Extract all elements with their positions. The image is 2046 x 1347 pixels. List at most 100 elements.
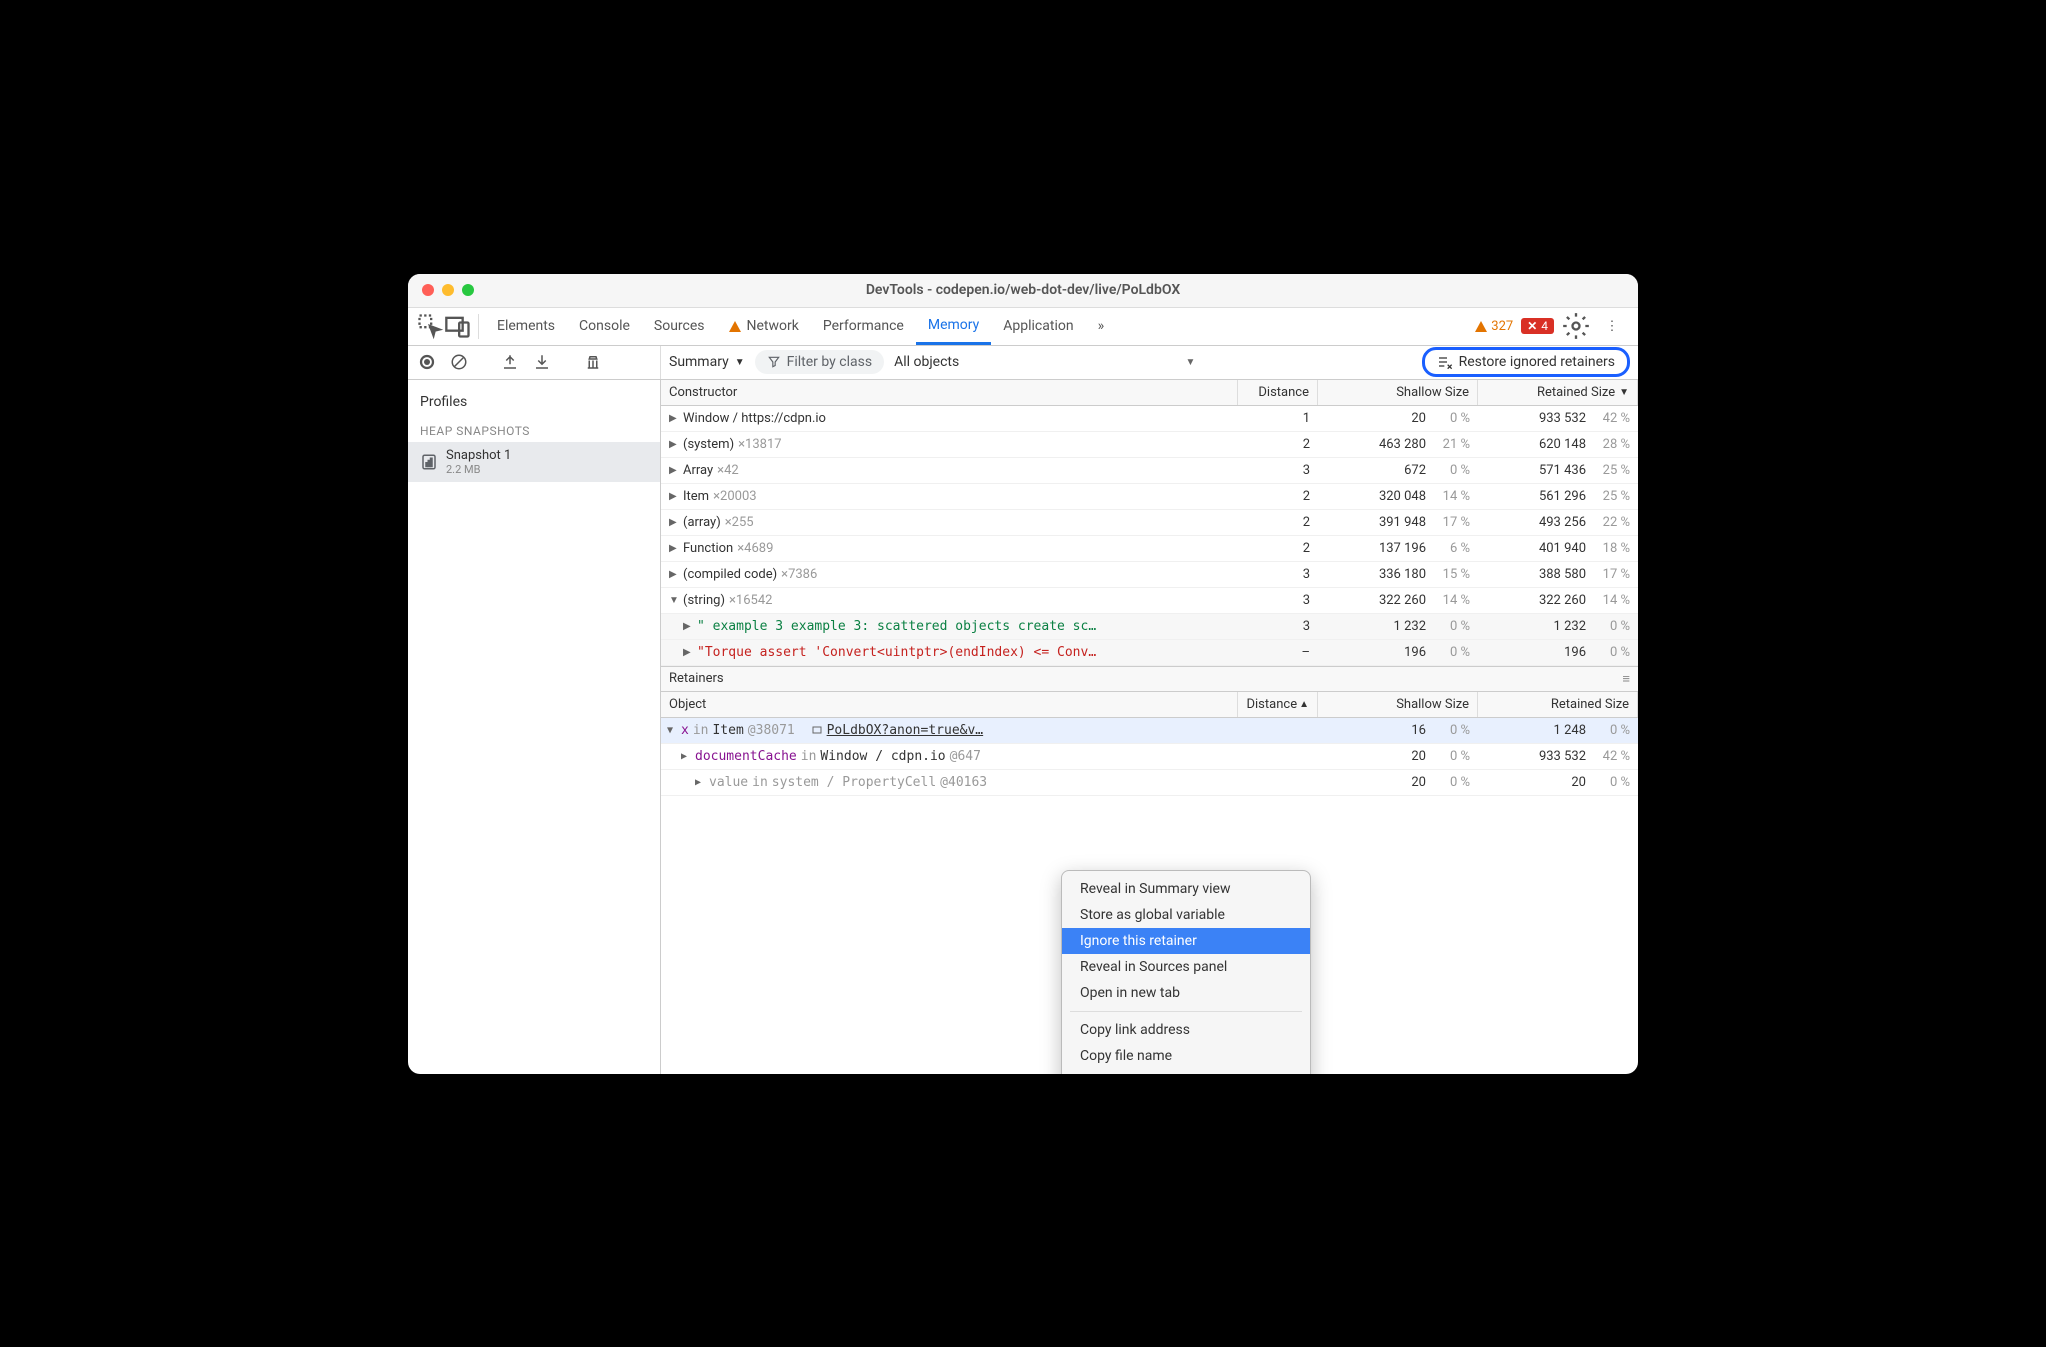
constructor-row[interactable]: ▼ (string) ×165423322 26014 %322 26014 % xyxy=(661,588,1638,614)
tab-sources[interactable]: Sources xyxy=(642,308,717,345)
tabbar-right: 327 ✕ 4 ⋮ xyxy=(1475,308,1630,345)
minimize-window-button[interactable] xyxy=(442,284,454,296)
profiles-sidebar: Profiles HEAP SNAPSHOTS Snapshot 1 2.2 M… xyxy=(408,380,661,1074)
warning-triangle-icon xyxy=(1475,321,1487,332)
disclose-triangle-icon[interactable]: ▶ xyxy=(669,569,679,580)
constructor-row[interactable]: ▶ Window / https://cdpn.io 1200 %933 532… xyxy=(661,406,1638,432)
constructor-row[interactable]: ▶ Function ×46892137 1966 %401 94018 % xyxy=(661,536,1638,562)
device-toolbar-icon[interactable] xyxy=(444,308,472,345)
menu-item[interactable]: Reveal in Sources panel xyxy=(1062,954,1310,980)
close-window-button[interactable] xyxy=(422,284,434,296)
tab-performance[interactable]: Performance xyxy=(811,308,916,345)
warning-triangle-icon xyxy=(729,321,741,332)
disclose-triangle-icon[interactable]: ▼ xyxy=(667,725,677,736)
restore-ignored-retainers-button[interactable]: Restore ignored retainers xyxy=(1422,347,1630,377)
devtools-window: DevTools - codepen.io/web-dot-dev/live/P… xyxy=(408,274,1638,1074)
constructor-child-row[interactable]: ▶ " example 3 example 3: scattered objec… xyxy=(661,614,1638,640)
menu-separator xyxy=(1070,1011,1302,1012)
settings-gear-icon[interactable] xyxy=(1562,312,1590,340)
tab-application[interactable]: Application xyxy=(991,308,1085,345)
heap-snapshots-section-label: HEAP SNAPSHOTS xyxy=(408,416,660,442)
constructor-row[interactable]: ▶ Item ×200032320 04814 %561 29625 % xyxy=(661,484,1638,510)
snapshot-text: Snapshot 1 2.2 MB xyxy=(446,448,511,476)
disclose-triangle-icon[interactable]: ▼ xyxy=(669,595,679,606)
distance-header[interactable]: Distance xyxy=(1238,380,1318,405)
shallow-size-header-retainers[interactable]: Shallow Size xyxy=(1318,692,1478,717)
memory-toolbar: Summary ▼ Filter by class All objects ▼ … xyxy=(408,346,1638,380)
objects-dropdown[interactable]: All objects xyxy=(894,354,959,370)
distance-header-retainers[interactable]: Distance▲ xyxy=(1238,692,1318,717)
retainer-row[interactable]: ▶ value in system / PropertyCell @401632… xyxy=(661,770,1638,796)
kebab-menu-icon[interactable]: ⋮ xyxy=(1598,319,1626,334)
tab-elements[interactable]: Elements xyxy=(485,308,567,345)
disclose-triangle-icon[interactable]: ▶ xyxy=(669,439,679,450)
tab-console[interactable]: Console xyxy=(567,308,642,345)
disclose-triangle-icon[interactable]: ▶ xyxy=(669,413,679,424)
warnings-badge[interactable]: 327 xyxy=(1475,319,1513,334)
retainers-options-icon[interactable]: ≡ xyxy=(1622,671,1630,687)
window-title: DevTools - codepen.io/web-dot-dev/live/P… xyxy=(408,282,1638,298)
constructor-row[interactable]: ▶ (compiled code) ×73863336 18015 %388 5… xyxy=(661,562,1638,588)
list-remove-icon xyxy=(1437,354,1453,370)
panel-tabs: ElementsConsoleSourcesNetworkPerformance… xyxy=(485,308,1086,345)
errors-badge[interactable]: ✕ 4 xyxy=(1521,318,1554,334)
inspect-element-icon[interactable] xyxy=(416,308,444,345)
constructor-child-row[interactable]: ▶ "Torque assert 'Convert<uintptr>(endIn… xyxy=(661,640,1638,666)
disclose-triangle-icon[interactable]: ▶ xyxy=(695,777,705,788)
retainer-row[interactable]: ▼ x in Item @38071 PoLdbOX?anon=true&v…1… xyxy=(661,718,1638,744)
retainers-header: Retainers ≡ xyxy=(661,666,1638,692)
tab-memory[interactable]: Memory xyxy=(916,308,991,345)
disclose-triangle-icon[interactable]: ▶ xyxy=(669,491,679,502)
save-profile-icon[interactable] xyxy=(529,349,555,375)
snapshot-item[interactable]: Snapshot 1 2.2 MB xyxy=(408,442,660,482)
object-header[interactable]: Object xyxy=(661,692,1238,717)
class-filter-input[interactable]: Filter by class xyxy=(755,350,884,374)
constructors-table-header: Constructor Distance Shallow Size Retain… xyxy=(661,380,1638,406)
chevron-down-icon: ▼ xyxy=(735,357,745,368)
menu-item[interactable]: Copy link address xyxy=(1062,1017,1310,1043)
disclose-triangle-icon[interactable]: ▶ xyxy=(683,647,693,658)
error-x-icon: ✕ xyxy=(1527,319,1537,333)
shallow-size-header[interactable]: Shallow Size xyxy=(1318,380,1478,405)
traffic-lights xyxy=(422,284,474,296)
view-dropdown[interactable]: Summary ▼ xyxy=(669,354,745,370)
more-tabs-button[interactable]: » xyxy=(1086,308,1117,345)
constructor-row[interactable]: ▶ (system) ×138172463 28021 %620 14828 % xyxy=(661,432,1638,458)
constructor-row[interactable]: ▶ (array) ×2552391 94817 %493 25622 % xyxy=(661,510,1638,536)
titlebar: DevTools - codepen.io/web-dot-dev/live/P… xyxy=(408,274,1638,308)
load-profile-icon[interactable] xyxy=(497,349,523,375)
disclose-triangle-icon[interactable]: ▶ xyxy=(669,517,679,528)
chevron-down-icon: ▼ xyxy=(1185,357,1195,368)
maximize-window-button[interactable] xyxy=(462,284,474,296)
collect-garbage-icon[interactable] xyxy=(580,349,606,375)
toolbar-left xyxy=(408,346,661,379)
retained-size-header[interactable]: Retained Size ▼ xyxy=(1478,380,1638,405)
tabbar: ElementsConsoleSourcesNetworkPerformance… xyxy=(408,308,1638,346)
snapshot-icon xyxy=(420,453,438,471)
disclose-triangle-icon[interactable]: ▶ xyxy=(683,621,693,632)
constructor-header[interactable]: Constructor xyxy=(661,380,1238,405)
retainer-row[interactable]: ▶ documentCache in Window / cdpn.io @647… xyxy=(661,744,1638,770)
record-button[interactable] xyxy=(414,349,440,375)
context-menu: Reveal in Summary viewStore as global va… xyxy=(1061,870,1311,1074)
sort-desc-icon: ▼ xyxy=(1619,387,1629,398)
clear-button[interactable] xyxy=(446,349,472,375)
retainers-table-header: Object Distance▲ Shallow Size Retained S… xyxy=(661,692,1638,718)
disclose-triangle-icon[interactable]: ▶ xyxy=(669,465,679,476)
menu-item[interactable]: Copy file name xyxy=(1062,1043,1310,1069)
tab-network[interactable]: Network xyxy=(717,308,811,345)
menu-item[interactable]: Open in new tab xyxy=(1062,980,1310,1006)
main-panel: Constructor Distance Shallow Size Retain… xyxy=(661,380,1638,1074)
content: Profiles HEAP SNAPSHOTS Snapshot 1 2.2 M… xyxy=(408,380,1638,1074)
toolbar-right: Summary ▼ Filter by class All objects ▼ … xyxy=(661,347,1638,377)
separator xyxy=(478,314,479,339)
disclose-triangle-icon[interactable]: ▶ xyxy=(681,751,691,762)
menu-item[interactable]: Ignore this retainer xyxy=(1062,928,1310,954)
menu-item[interactable]: Store as global variable xyxy=(1062,902,1310,928)
disclose-triangle-icon[interactable]: ▶ xyxy=(669,543,679,554)
constructors-table-body[interactable]: ▶ Window / https://cdpn.io 1200 %933 532… xyxy=(661,406,1638,666)
constructor-row[interactable]: ▶ Array ×4236720 %571 43625 % xyxy=(661,458,1638,484)
sort-asc-icon: ▲ xyxy=(1299,699,1309,710)
retained-size-header-retainers[interactable]: Retained Size xyxy=(1478,692,1638,717)
menu-item[interactable]: Reveal in Summary view xyxy=(1062,876,1310,902)
